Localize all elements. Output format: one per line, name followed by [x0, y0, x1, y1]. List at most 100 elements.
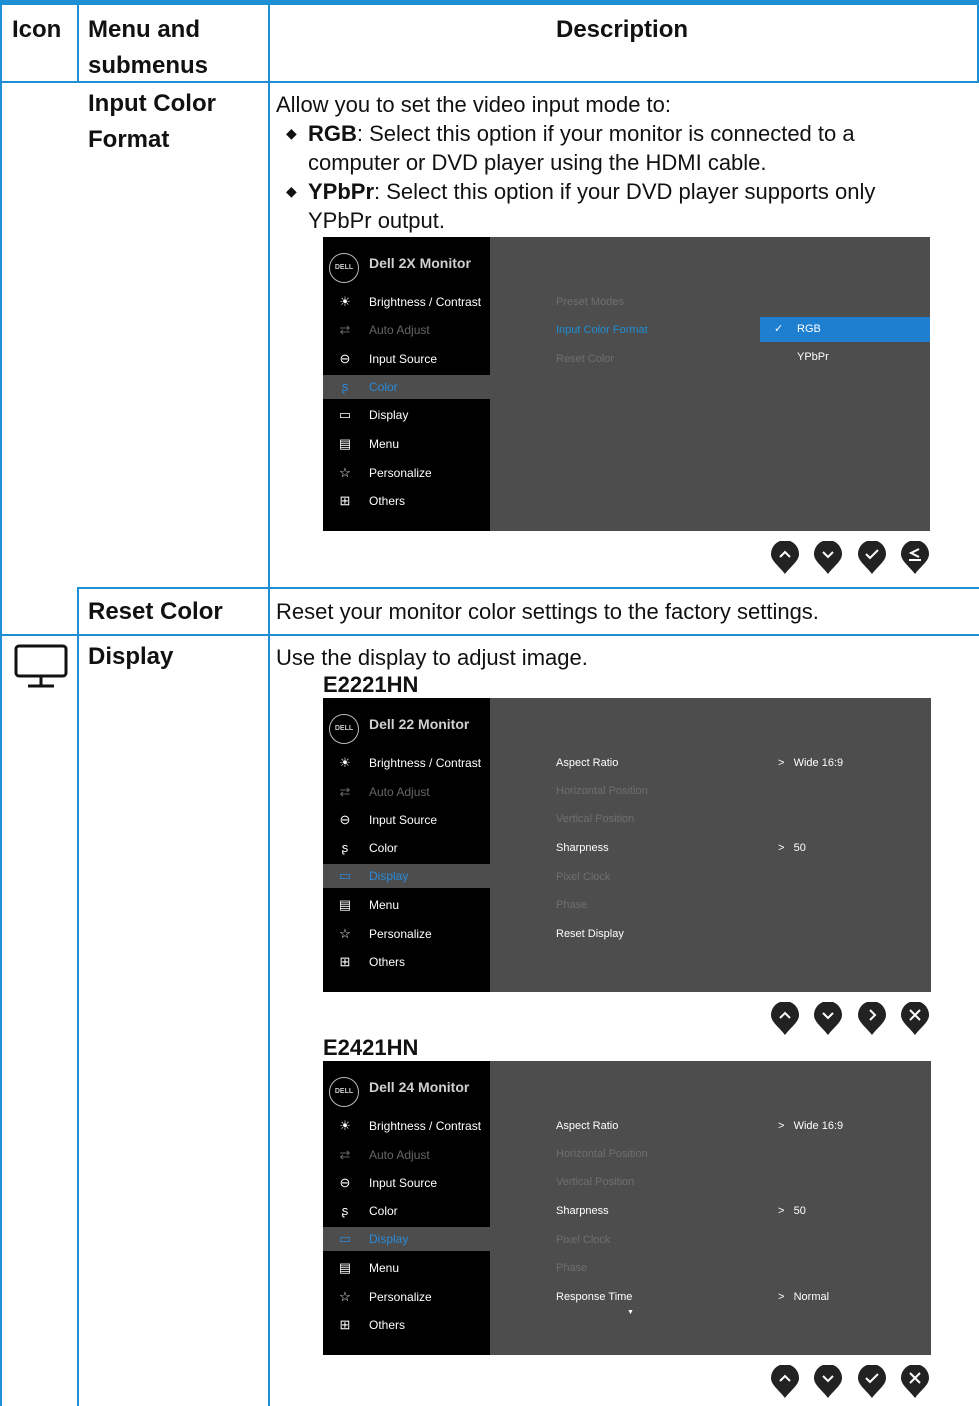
bullet-dot-icon: ◆	[286, 183, 297, 199]
check-button-icon[interactable]	[857, 1365, 887, 1399]
osd-item-personalize[interactable]: ☆ Personalize	[323, 922, 490, 946]
osd-row-phase[interactable]: Phase	[556, 894, 587, 916]
osd-row-sharpness[interactable]: Sharpness	[556, 1200, 609, 1222]
menu-icon: ▤	[338, 436, 352, 451]
value-arrow-icon: >	[778, 1205, 785, 1217]
input-source-icon: ⊖	[339, 1175, 351, 1190]
osd-value-sharpness: > 50	[778, 842, 806, 854]
up-button-icon[interactable]	[770, 1365, 800, 1399]
row-divider-reset-color	[77, 587, 979, 589]
osd-row-horizontal-position[interactable]: Horizontal Position	[556, 780, 648, 802]
osd-value-aspect-ratio: > Wide 16:9	[778, 757, 844, 769]
column-divider-icon	[77, 0, 79, 82]
osd-row-sharpness[interactable]: Sharpness	[556, 837, 609, 859]
osd-row-phase[interactable]: Phase	[556, 1257, 587, 1279]
header-icon: Icon	[12, 16, 62, 43]
osd-item-menu[interactable]: ▤ Menu	[323, 893, 490, 917]
osd-row-pixel-clock[interactable]: Pixel Clock	[556, 866, 610, 888]
osd-item-input-source[interactable]: ⊖ Input Source	[323, 1171, 490, 1195]
osd-item-brightness-contrast[interactable]: ☀ Brightness / Contrast	[323, 751, 490, 775]
osd-item-input-source[interactable]: ⊖ Input Source	[323, 347, 490, 371]
osd-value-aspect-ratio: > Wide 16:9	[778, 1120, 844, 1132]
menu-input-color-format-line1: Input Color	[88, 90, 216, 117]
input-source-icon: ⊖	[339, 351, 351, 366]
osd-value-sharpness: > 50	[778, 1205, 806, 1217]
osd-row-aspect-ratio[interactable]: Aspect Ratio	[556, 1115, 618, 1137]
osd-item-others[interactable]: ⊞ Others	[323, 489, 490, 513]
osd-row-aspect-ratio[interactable]: Aspect Ratio	[556, 752, 618, 774]
value-arrow-icon: >	[778, 1120, 785, 1132]
osd-item-personalize[interactable]: ☆ Personalize	[323, 1285, 490, 1309]
osd-item-personalize[interactable]: ☆ Personalize	[323, 461, 490, 485]
up-button-icon[interactable]	[770, 541, 800, 575]
bullet-rgb-text: : Select this option if your monitor is …	[308, 121, 855, 175]
osd-submenu-input-color-format[interactable]: Input Color Format	[556, 319, 648, 341]
osd-option-rgb-selected[interactable]: ✓ RGB	[760, 317, 930, 342]
close-button-icon[interactable]	[900, 1002, 930, 1036]
osd-item-color[interactable]: ʂ Color	[323, 1199, 490, 1223]
color-icon: ʂ	[341, 840, 349, 855]
osd-item-menu[interactable]: ▤ Menu	[323, 1256, 490, 1280]
close-button-icon[interactable]	[900, 1365, 930, 1399]
osd-item-auto-adjust[interactable]: ⇄ Auto Adjust	[323, 318, 490, 342]
menu-input-color-format-line2: Format	[88, 126, 170, 153]
table-top-border	[0, 0, 979, 5]
right-button-icon[interactable]	[857, 1002, 887, 1036]
color-icon: ʂ	[341, 1203, 349, 1218]
header-menu-line2: submenus	[88, 52, 209, 79]
osd-item-brightness-contrast[interactable]: ☀ Brightness / Contrast	[323, 290, 490, 314]
color-icon: ʂ	[341, 379, 349, 394]
down-button-icon[interactable]	[813, 1365, 843, 1399]
input-color-format-intro: Allow you to set the video input mode to…	[276, 92, 672, 117]
display-monitor-icon	[14, 644, 68, 688]
value-arrow-icon: >	[778, 757, 785, 769]
osd-button-row-1	[770, 541, 930, 575]
column-divider-menu	[268, 0, 270, 1406]
row-divider-display	[0, 634, 979, 636]
osd-main-menu: DELL Dell 2X Monitor ☀ Brightness / Contr…	[323, 237, 490, 531]
scroll-down-icon[interactable]: ▼	[627, 1309, 634, 1316]
back-button-icon[interactable]	[900, 541, 930, 575]
osd-item-color[interactable]: ʂ Color	[323, 375, 490, 399]
osd-item-display[interactable]: ▭ Display	[323, 1227, 490, 1251]
menu-icon: ▤	[338, 897, 352, 912]
brightness-icon: ☀	[339, 755, 351, 770]
osd-option-ypbpr[interactable]: YPbPr	[797, 346, 829, 368]
brightness-icon: ☀	[339, 1118, 351, 1133]
input-source-icon: ⊖	[339, 812, 351, 827]
osd-item-brightness-contrast[interactable]: ☀ Brightness / Contrast	[323, 1114, 490, 1138]
osd-item-auto-adjust[interactable]: ⇄ Auto Adjust	[323, 780, 490, 804]
osd-row-horizontal-position[interactable]: Horizontal Position	[556, 1143, 648, 1165]
bullet-rgb-term: RGB	[308, 121, 357, 146]
osd-item-others[interactable]: ⊞ Others	[323, 950, 490, 974]
osd-submenu-reset-color[interactable]: Reset Color	[556, 348, 614, 370]
osd-main-menu: DELL Dell 24 Monitor ☀ Brightness / Contr…	[323, 1061, 490, 1355]
bullet-ypbpr-term: YPbPr	[308, 179, 375, 204]
header-description: Description	[556, 16, 689, 43]
osd-submenu-preset-modes[interactable]: Preset Modes	[556, 291, 624, 313]
down-button-icon[interactable]	[813, 1002, 843, 1036]
star-icon: ☆	[339, 1289, 351, 1304]
osd-item-display[interactable]: ▭ Display	[323, 403, 490, 427]
osd-row-vertical-position[interactable]: Vertical Position	[556, 808, 634, 830]
osd-item-others[interactable]: ⊞ Others	[323, 1313, 490, 1337]
osd-item-color[interactable]: ʂ Color	[323, 836, 490, 860]
check-button-icon[interactable]	[857, 541, 887, 575]
osd-display-screen-e2221hn: DELL Dell 22 Monitor ☀ Brightness / Contr…	[323, 698, 931, 992]
value-arrow-icon: >	[778, 842, 785, 854]
osd-row-response-time[interactable]: Response Time	[556, 1286, 632, 1308]
menu-reset-color: Reset Color	[88, 598, 223, 625]
osd-item-display[interactable]: ▭ Display	[323, 864, 490, 888]
auto-adjust-icon: ⇄	[339, 784, 351, 799]
osd-row-reset-display[interactable]: Reset Display	[556, 923, 624, 945]
up-button-icon[interactable]	[770, 1002, 800, 1036]
osd-item-auto-adjust[interactable]: ⇄ Auto Adjust	[323, 1143, 490, 1167]
osd-row-pixel-clock[interactable]: Pixel Clock	[556, 1229, 610, 1251]
osd-main-menu: DELL Dell 22 Monitor ☀ Brightness / Contr…	[323, 698, 490, 992]
osd-item-menu[interactable]: ▤ Menu	[323, 432, 490, 456]
osd-row-vertical-position[interactable]: Vertical Position	[556, 1171, 634, 1193]
osd-item-input-source[interactable]: ⊖ Input Source	[323, 808, 490, 832]
others-icon: ⊞	[339, 1317, 351, 1332]
menu-display: Display	[88, 643, 174, 670]
down-button-icon[interactable]	[813, 541, 843, 575]
